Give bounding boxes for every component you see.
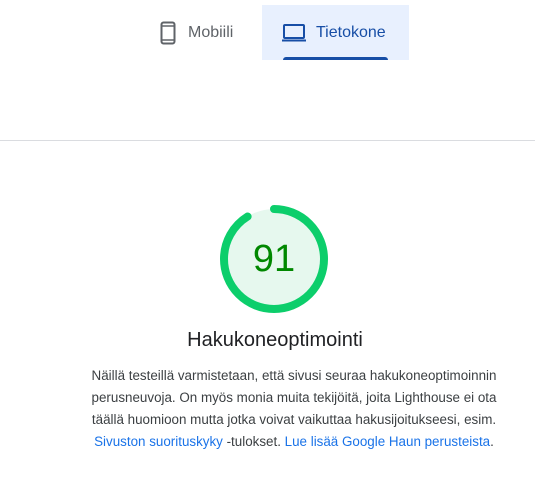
tab-mobile-label: Mobiili [188, 23, 234, 41]
score-value: 91 [252, 237, 296, 280]
active-tab-indicator [283, 57, 388, 60]
divider [0, 140, 535, 141]
google-search-basics-link[interactable]: Lue lisää Google Haun perusteista [285, 434, 490, 449]
tab-desktop[interactable]: Tietokone [262, 5, 409, 60]
report-page: Mobiili Tietokone 91 Hakukoneoptimointi … [0, 0, 535, 493]
description-middle-text: -tulokset. [222, 434, 285, 449]
category-title: Hakukoneoptimointi [187, 329, 363, 351]
description-text: Näillä testeillä varmistetaan, että sivu… [91, 368, 497, 427]
smartphone-icon [160, 21, 176, 45]
device-tabs: Mobiili Tietokone [144, 5, 409, 60]
category-description: Näillä testeillä varmistetaan, että sivu… [89, 365, 499, 453]
laptop-icon [282, 23, 306, 42]
description-end-text: . [490, 434, 494, 449]
tab-mobile[interactable]: Mobiili [144, 5, 262, 60]
site-performance-link[interactable]: Sivuston suorituskyky [94, 434, 223, 449]
score-gauge[interactable]: 91 [219, 204, 329, 314]
tab-desktop-label: Tietokone [316, 23, 386, 41]
